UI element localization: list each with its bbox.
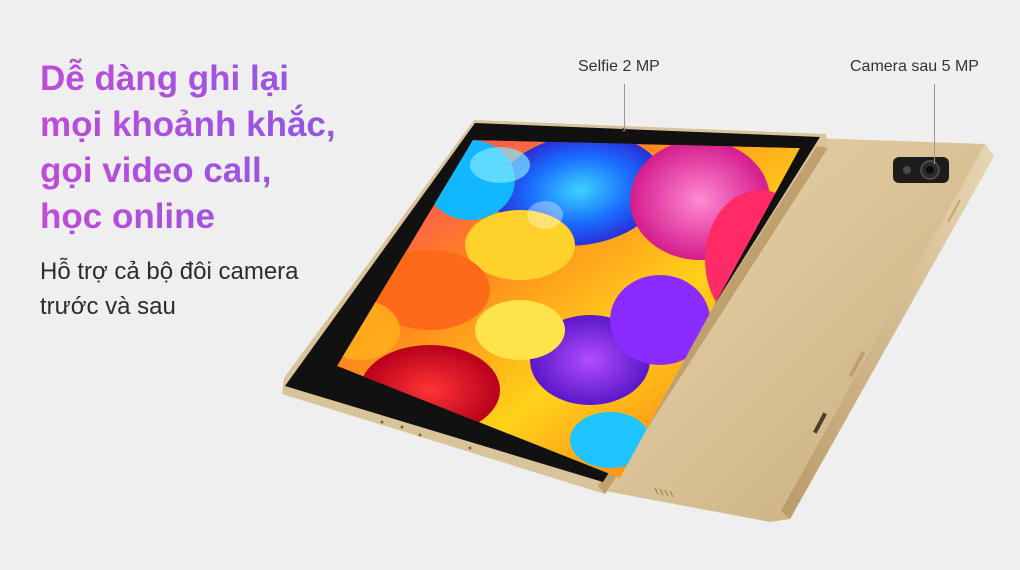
subheadline: Hỗ trợ cả bộ đôi camera trước và sau: [40, 254, 370, 324]
headline-line: gọi video call,: [40, 151, 272, 190]
rear-camera-label: Camera sau 5 MP: [850, 58, 979, 75]
headline: Dễ dàng ghi lại mọi khoảnh khắc, gọi vid…: [40, 56, 370, 240]
headline-line: mọi khoảnh khắc,: [40, 105, 336, 144]
headline-line: học online: [40, 197, 215, 236]
headline-line: Dễ dàng ghi lại: [40, 59, 289, 98]
front-camera-leader-line: [624, 84, 625, 130]
rear-camera-leader-line: [934, 84, 935, 164]
front-camera-label: Selfie 2 MP: [578, 58, 660, 75]
promo-banner: Selfie 2 MP Camera sau 5 MP Dễ dàng ghi …: [0, 0, 1020, 570]
rear-camera-icon: [893, 157, 949, 183]
subheadline-line: Hỗ trợ cả bộ đôi camera: [40, 258, 299, 285]
subheadline-line: trước và sau: [40, 293, 176, 320]
